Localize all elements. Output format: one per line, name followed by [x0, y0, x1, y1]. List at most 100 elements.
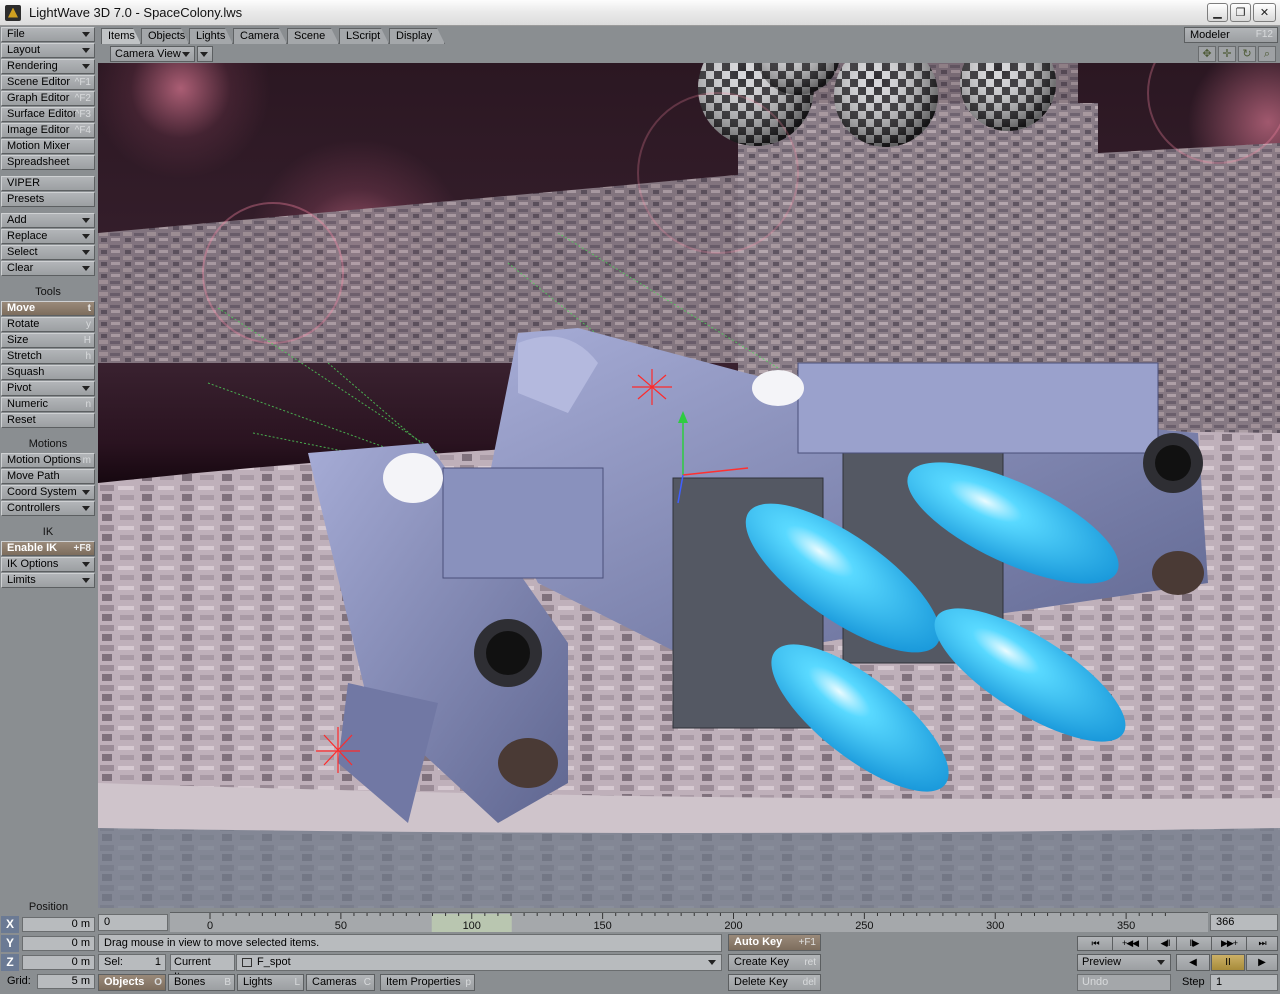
tick-label: 350 — [1117, 920, 1135, 932]
view-options-dropdown[interactable] — [197, 46, 213, 62]
play-forward-button[interactable]: ▶ — [1246, 954, 1278, 971]
presets-button[interactable]: Presets — [1, 192, 95, 207]
tool-rotate[interactable]: Rotate y — [1, 317, 95, 332]
viper-button[interactable]: VIPER — [1, 176, 95, 191]
button-label: Delete Key — [734, 976, 788, 988]
grid-size-field[interactable]: 5 m — [37, 974, 95, 989]
go-to-start-button[interactable]: ⏮ — [1077, 936, 1113, 951]
view-type-label: Camera View — [115, 48, 181, 60]
pan-view-icon[interactable]: ✛ — [1218, 46, 1236, 62]
item-type-lights[interactable]: Lights L — [237, 974, 304, 991]
move-path-button[interactable]: Move Path — [1, 469, 95, 484]
menu-layout[interactable]: Layout — [1, 43, 95, 58]
step-field[interactable]: 1 — [1210, 974, 1278, 991]
menu-add[interactable]: Add — [1, 213, 95, 228]
item-properties-button[interactable]: Item Properties p — [380, 974, 475, 991]
item-type-bones[interactable]: Bones B — [168, 974, 235, 991]
step-label: Step — [1182, 976, 1205, 988]
shortcut-label: ret — [804, 957, 816, 968]
move-view-icon[interactable]: ✥ — [1198, 46, 1216, 62]
menu-label: Layout — [7, 44, 41, 56]
menu-clear[interactable]: Clear — [1, 261, 95, 276]
tool-size[interactable]: Size H — [1, 333, 95, 348]
timeline: 0 0 50 100 150 200 250 300 350 — [98, 912, 1208, 932]
tool-numeric[interactable]: Numeric n — [1, 397, 95, 412]
menu-replace[interactable]: Replace — [1, 229, 95, 244]
menu-rendering[interactable]: Rendering — [1, 59, 95, 74]
spreadsheet-button[interactable]: Spreadsheet — [1, 155, 95, 170]
next-frame-button[interactable]: II▶ — [1176, 936, 1212, 951]
item-type-cameras[interactable]: Cameras C — [306, 974, 375, 991]
tool-stretch[interactable]: Stretch h — [1, 349, 95, 364]
tool-squash[interactable]: Squash — [1, 365, 95, 380]
button-label: Lights — [243, 976, 273, 988]
delete-key-button[interactable]: Delete Key del — [728, 974, 821, 991]
image-editor-button[interactable]: Image Editor ^F4 — [1, 123, 95, 138]
start-frame-field[interactable]: 0 — [98, 914, 168, 931]
menu-controllers[interactable]: Controllers — [1, 501, 95, 516]
tool-pivot[interactable]: Pivot — [1, 381, 95, 396]
next-key-button[interactable]: ▶▶+ — [1211, 936, 1247, 951]
graph-editor-button[interactable]: Graph Editor ^F2 — [1, 91, 95, 106]
maximize-button[interactable]: ❐ — [1230, 3, 1251, 22]
tab-display[interactable]: Display — [389, 28, 445, 44]
surface-editor-button[interactable]: Surface Editor ^F3 — [1, 107, 95, 122]
zoom-view-icon[interactable]: ⌕ — [1258, 46, 1276, 62]
dropdown-arrow-icon — [82, 32, 90, 37]
button-label: Item Properties — [386, 976, 461, 988]
pause-button[interactable]: II — [1211, 954, 1245, 971]
tab-items[interactable]: Items — [101, 28, 141, 44]
minimize-button[interactable]: ▁ — [1207, 3, 1228, 22]
frame-slider[interactable]: 0 50 100 150 200 250 300 350 — [170, 912, 1208, 932]
enable-ik-button[interactable]: Enable IK +F8 — [1, 541, 95, 556]
tool-move[interactable]: Move t — [1, 301, 95, 316]
play-reverse-button[interactable]: ◀ — [1176, 954, 1210, 971]
tab-lights[interactable]: Lights — [189, 28, 233, 44]
tab-lscript[interactable]: LScript — [339, 28, 389, 44]
item-type-objects[interactable]: Objects O — [98, 974, 166, 991]
main-tab-bar: Items Objects Lights Camera Scene LScrip… — [97, 27, 1280, 45]
end-frame-field[interactable]: 366 — [1210, 914, 1278, 931]
dropdown-arrow-icon — [82, 250, 90, 255]
position-x-field[interactable]: 0 m — [22, 917, 95, 932]
dropdown-arrow-icon — [182, 52, 190, 57]
view-type-select[interactable]: Camera View — [110, 46, 195, 62]
button-label: Presets — [7, 193, 45, 205]
position-z-field[interactable]: 0 m — [22, 955, 95, 970]
previous-key-button[interactable]: +◀◀ — [1112, 936, 1148, 951]
3d-viewport[interactable] — [98, 63, 1280, 908]
button-label: Surface Editor — [7, 108, 77, 120]
y-axis-label[interactable]: Y — [1, 935, 19, 952]
go-to-end-button[interactable]: ⏭ — [1246, 936, 1278, 951]
view-navigation-controls: ✥ ✛ ↻ ⌕ — [1198, 46, 1276, 62]
tool-reset[interactable]: Reset — [1, 413, 95, 428]
lightwave-app-icon[interactable] — [5, 4, 21, 21]
shortcut-label: y — [86, 319, 91, 330]
current-item-select[interactable]: F_spot — [236, 954, 722, 971]
motion-options-button[interactable]: Motion Options m — [1, 453, 95, 468]
menu-ik-options[interactable]: IK Options — [1, 557, 95, 572]
menu-limits[interactable]: Limits — [1, 573, 95, 588]
scene-editor-button[interactable]: Scene Editor ^F1 — [1, 75, 95, 90]
undo-button[interactable]: Undo — [1077, 974, 1171, 991]
position-y-field[interactable]: 0 m — [22, 936, 95, 951]
button-label: Objects — [104, 976, 145, 988]
create-key-button[interactable]: Create Key ret — [728, 954, 821, 971]
auto-key-button[interactable]: Auto Key +F1 — [728, 934, 821, 951]
motion-mixer-button[interactable]: Motion Mixer — [1, 139, 95, 154]
tab-scene[interactable]: Scene — [287, 28, 339, 44]
tab-camera[interactable]: Camera — [233, 28, 287, 44]
menu-coord-system[interactable]: Coord System — [1, 485, 95, 500]
modeler-button[interactable]: Modeler F12 — [1184, 27, 1278, 43]
x-axis-label[interactable]: X — [1, 916, 19, 933]
preview-label: Preview — [1082, 956, 1122, 968]
tab-objects[interactable]: Objects — [141, 28, 189, 44]
shortcut-label: B — [224, 977, 231, 988]
z-axis-label[interactable]: Z — [1, 954, 19, 971]
status-message: Drag mouse in view to move selected item… — [98, 934, 722, 952]
preview-menu[interactable]: Preview — [1077, 954, 1171, 971]
rotate-view-icon[interactable]: ↻ — [1238, 46, 1256, 62]
close-button[interactable]: ✕ — [1253, 3, 1276, 22]
menu-select[interactable]: Select — [1, 245, 95, 260]
menu-file[interactable]: File — [1, 27, 95, 42]
